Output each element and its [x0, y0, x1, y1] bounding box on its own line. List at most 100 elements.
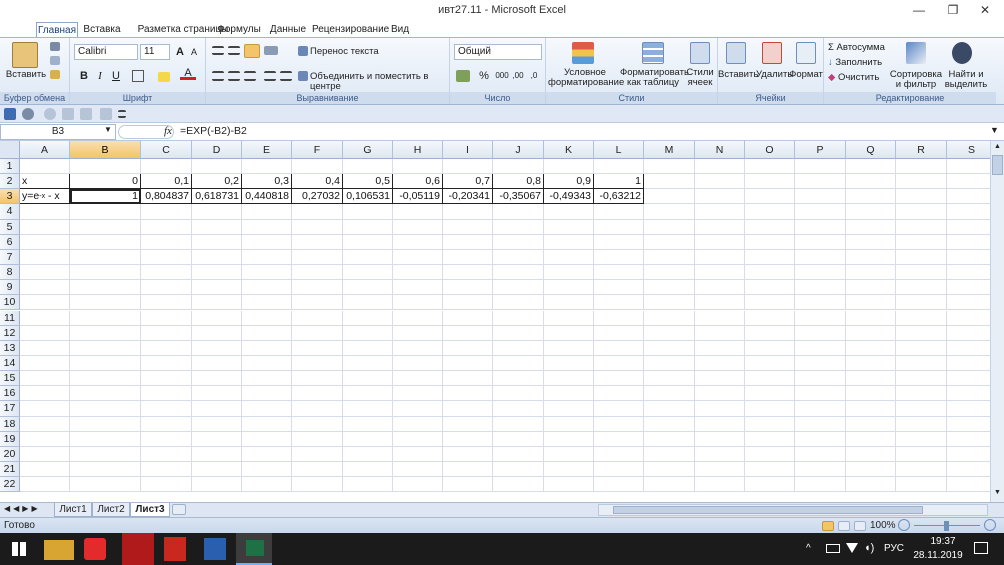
column-header-o[interactable]: O: [745, 141, 795, 159]
merge-icon[interactable]: [298, 71, 308, 81]
cell-p16[interactable]: [795, 386, 846, 402]
cell-r16[interactable]: [896, 386, 947, 402]
column-header-i[interactable]: I: [443, 141, 493, 159]
cell-f10[interactable]: [292, 295, 343, 311]
cell-o16[interactable]: [745, 386, 795, 402]
cell-a9[interactable]: [20, 280, 70, 296]
cell-m7[interactable]: [644, 249, 695, 266]
cell-o20[interactable]: [745, 446, 795, 462]
cell-q5[interactable]: [846, 219, 896, 235]
cell-c20[interactable]: [141, 446, 192, 462]
cell-c8[interactable]: [141, 265, 192, 281]
cell-m5[interactable]: [644, 219, 695, 235]
cell-j19[interactable]: [493, 431, 544, 447]
cell-c13[interactable]: [141, 340, 192, 356]
column-header-k[interactable]: K: [544, 141, 594, 159]
number-format-combo[interactable]: Общий: [454, 44, 542, 60]
cell-o9[interactable]: [745, 280, 795, 296]
row-header-16[interactable]: 16: [0, 386, 20, 402]
cell-o11[interactable]: [745, 310, 795, 326]
cell-j15[interactable]: [493, 371, 544, 387]
cell-n8[interactable]: [695, 265, 745, 281]
cell-f2[interactable]: 0,4: [292, 174, 343, 190]
percent-button[interactable]: %: [476, 68, 492, 84]
column-header-j[interactable]: J: [493, 141, 544, 159]
align-top-icon[interactable]: [212, 46, 224, 55]
cell-n11[interactable]: [695, 310, 745, 326]
decrease-decimal-button[interactable]: ,0: [526, 68, 542, 84]
cell-r21[interactable]: [896, 462, 947, 478]
cell-k18[interactable]: [544, 416, 594, 432]
cell-h13[interactable]: [393, 340, 443, 356]
sort-filter-button[interactable]: Сортировка и фильтр: [888, 70, 944, 90]
cell-r18[interactable]: [896, 416, 947, 432]
cell-j21[interactable]: [493, 462, 544, 478]
cell-b7[interactable]: [70, 249, 141, 266]
cell-p22[interactable]: [795, 477, 846, 493]
cell-b11[interactable]: [70, 310, 141, 326]
cell-b19[interactable]: [70, 431, 141, 447]
zoom-level[interactable]: 100%: [870, 520, 896, 531]
cell-p3[interactable]: [795, 189, 846, 205]
spelling-icon[interactable]: [100, 108, 112, 120]
column-header-e[interactable]: E: [242, 141, 292, 159]
cell-e4[interactable]: [242, 204, 292, 220]
cell-i14[interactable]: [443, 355, 493, 372]
cell-r10[interactable]: [896, 295, 947, 311]
cell-e1[interactable]: [242, 159, 292, 175]
cell-h17[interactable]: [393, 401, 443, 417]
normal-view-icon[interactable]: [822, 521, 834, 531]
cell-a21[interactable]: [20, 462, 70, 478]
cell-m14[interactable]: [644, 355, 695, 372]
cell-f8[interactable]: [292, 265, 343, 281]
cell-p13[interactable]: [795, 340, 846, 356]
cell-h10[interactable]: [393, 295, 443, 311]
cell-o22[interactable]: [745, 477, 795, 493]
merge-center-button[interactable]: Объединить и поместить в центре: [310, 72, 448, 92]
cell-a1[interactable]: [20, 159, 70, 175]
cell-k6[interactable]: [544, 234, 594, 250]
cell-j18[interactable]: [493, 416, 544, 432]
cell-q16[interactable]: [846, 386, 896, 402]
cell-d22[interactable]: [192, 477, 242, 493]
cell-o6[interactable]: [745, 234, 795, 250]
align-left-icon[interactable]: [212, 71, 224, 81]
cell-d16[interactable]: [192, 386, 242, 402]
cell-j11[interactable]: [493, 310, 544, 326]
cell-k22[interactable]: [544, 477, 594, 493]
cell-r8[interactable]: [896, 265, 947, 281]
wifi-icon[interactable]: [846, 543, 858, 553]
cell-q11[interactable]: [846, 310, 896, 326]
cell-f3[interactable]: 0,27032: [292, 189, 343, 205]
cell-d18[interactable]: [192, 416, 242, 432]
cell-h14[interactable]: [393, 355, 443, 372]
cell-p7[interactable]: [795, 249, 846, 266]
clock-time[interactable]: 19:37: [920, 536, 966, 547]
cell-s22[interactable]: [947, 477, 990, 493]
cell-i12[interactable]: [443, 325, 493, 341]
worksheet-grid[interactable]: ABCDEFGHIJKLMNOPQRS 1 2 3 4 5 6 7 8 9 10 11 12 13 14 1…: [0, 141, 990, 502]
cell-d7[interactable]: [192, 249, 242, 266]
cell-j16[interactable]: [493, 386, 544, 402]
cell-k10[interactable]: [544, 295, 594, 311]
cell-l1[interactable]: [594, 159, 644, 175]
column-header-l[interactable]: L: [594, 141, 644, 159]
cell-p21[interactable]: [795, 462, 846, 478]
cell-j10[interactable]: [493, 295, 544, 311]
cell-r4[interactable]: [896, 204, 947, 220]
cell-h12[interactable]: [393, 325, 443, 341]
cell-a19[interactable]: [20, 431, 70, 447]
cell-b16[interactable]: [70, 386, 141, 402]
cell-s20[interactable]: [947, 447, 990, 462]
cell-d19[interactable]: [192, 431, 242, 447]
cell-f21[interactable]: [292, 462, 343, 478]
cell-l15[interactable]: [594, 371, 644, 387]
cell-h19[interactable]: [393, 431, 443, 447]
cell-e7[interactable]: [242, 249, 292, 266]
cell-a3[interactable]: y=e-x - x: [20, 189, 70, 205]
cell-e16[interactable]: [242, 386, 292, 402]
cell-c5[interactable]: [141, 219, 192, 235]
cell-g8[interactable]: [343, 265, 393, 281]
cell-o3[interactable]: [745, 189, 795, 205]
cell-b13[interactable]: [70, 340, 141, 356]
